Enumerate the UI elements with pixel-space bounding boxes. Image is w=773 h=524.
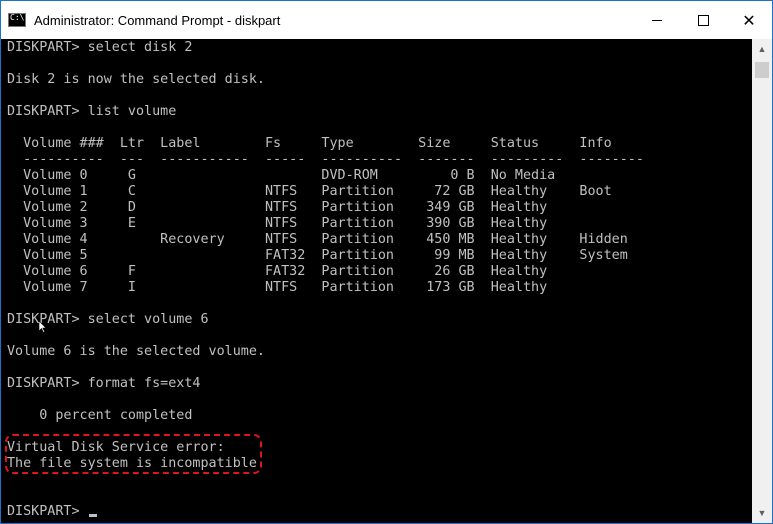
console-line: DISKPART> [7,504,752,520]
console-line: DISKPART> select disk 2 [7,40,193,55]
console-line: Volume 0 G DVD-ROM 0 B No Media [7,168,556,183]
scroll-up-arrow-icon[interactable]: ▲ [752,39,772,59]
text-cursor [88,514,97,517]
console-line: Volume 6 is the selected volume. [7,344,265,359]
console-line: Volume ### Ltr Label Fs Type Size Status… [7,136,612,151]
command-prompt-window: C:\ Administrator: Command Prompt - disk… [0,0,773,524]
close-icon: ✕ [742,10,756,30]
console-line: Volume 2 D NTFS Partition 349 GB Healthy [7,200,548,215]
cmd-icon[interactable]: C:\ [8,13,26,27]
console-line: DISKPART> list volume [7,104,177,119]
title-bar[interactable]: C:\ Administrator: Command Prompt - disk… [1,1,772,39]
console-line: Volume 1 C NTFS Partition 72 GB Healthy … [7,184,612,199]
maximize-button[interactable] [680,1,726,39]
console-line: Volume 4 Recovery NTFS Partition 450 MB … [7,232,628,247]
close-button[interactable]: ✕ [726,1,772,39]
minimize-icon [652,19,662,21]
console-line: 0 percent completed [7,408,193,423]
console-line: Disk 2 is now the selected disk. [7,72,265,87]
window-title: Administrator: Command Prompt - diskpart [34,12,281,28]
vertical-scrollbar[interactable]: ▲ ▼ [752,39,772,523]
error-highlight-box [5,434,262,474]
scroll-down-arrow-icon[interactable]: ▼ [752,503,772,523]
mouse-pointer-icon [39,321,47,333]
console-line: DISKPART> select volume 6 [7,312,209,327]
console-line: Volume 6 F FAT32 Partition 26 GB Healthy [7,264,548,279]
minimize-button[interactable] [634,1,680,39]
console-line: ---------- --- ----------- ----- -------… [7,152,644,167]
console-line: Volume 7 I NTFS Partition 173 GB Healthy [7,280,548,295]
console-line: Volume 5 FAT32 Partition 99 MB Healthy S… [7,248,628,263]
maximize-icon [697,14,709,26]
console-line: DISKPART> format fs=ext4 [7,376,201,391]
scroll-thumb[interactable] [755,62,769,78]
console-line: Volume 3 E NTFS Partition 390 GB Healthy [7,216,548,231]
